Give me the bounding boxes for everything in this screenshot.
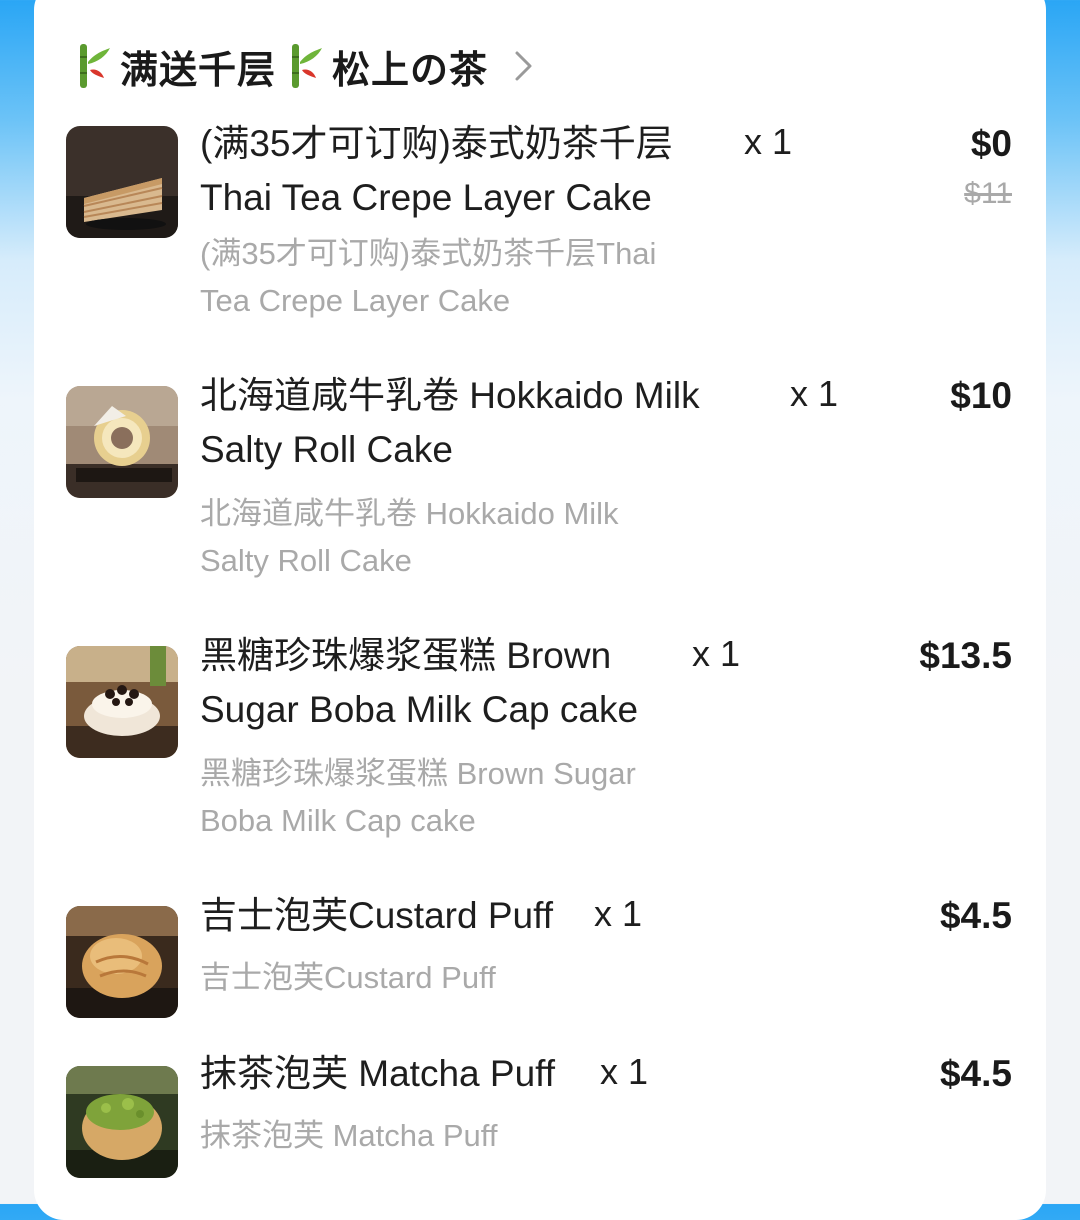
store-header[interactable]: 满送千层 松上の茶	[74, 38, 536, 94]
item-description-line1: 黑糖珍珠爆浆蛋糕 Brown Sugar	[200, 756, 636, 791]
item-name-line2: Thai Tea Crepe Layer Cake	[200, 177, 652, 218]
item-name-line1: 抹茶泡芙 Matcha Puff	[200, 1053, 556, 1094]
header-title-2: 松上の茶	[332, 49, 489, 92]
item-name-line1: (满35才可订购)泰式奶茶千层	[200, 123, 673, 164]
item-name-line2: Salty Roll Cake	[200, 429, 453, 470]
item-quantity: x 1	[600, 1051, 649, 1092]
product-image	[66, 646, 178, 758]
item-name-line1: 吉士泡芙Custard Puff	[200, 895, 553, 936]
product-image	[66, 1066, 178, 1178]
item-description-line1: 北海道咸牛乳卷 Hokkaido Milk	[200, 496, 619, 531]
product-image	[66, 126, 178, 238]
item-name-line1: 黑糖珍珠爆浆蛋糕 Brown	[200, 635, 612, 676]
item-description-line1: 吉士泡芙Custard Puff	[200, 960, 496, 995]
item-quantity: x 1	[744, 121, 793, 162]
product-image	[66, 906, 178, 1018]
item-description-line1: (满35才可订购)泰式奶茶千层Thai	[200, 236, 657, 271]
item-original-price: $11	[964, 177, 1012, 210]
product-image	[66, 386, 178, 498]
item-quantity: x 1	[790, 373, 839, 414]
bamboo-leaf-icon	[292, 44, 323, 88]
item-price: $4.5	[939, 1053, 1012, 1094]
order-card: 满送千层 松上の茶 (满35才可订购)泰式奶茶千层 x 1 Thai Tea C…	[34, 0, 1046, 1220]
item-description-line1: 抹茶泡芙 Matcha Puff	[200, 1118, 498, 1153]
item-quantity: x 1	[594, 893, 643, 934]
item-description-line2: Tea Crepe Layer Cake	[200, 283, 511, 318]
item-description-line2: Boba Milk Cap cake	[200, 803, 476, 838]
item-name-line1: 北海道咸牛乳卷 Hokkaido Milk	[200, 375, 700, 416]
item-price: $0	[970, 123, 1012, 164]
chevron-right-icon[interactable]	[512, 49, 536, 83]
item-description-line2: Salty Roll Cake	[200, 543, 412, 578]
item-price: $13.5	[919, 635, 1012, 676]
bamboo-leaf-icon	[80, 44, 110, 88]
item-price: $4.5	[939, 895, 1012, 936]
item-name-line2: Sugar Boba Milk Cap cake	[200, 689, 639, 730]
header-title-1: 满送千层	[120, 49, 277, 92]
item-price: $10	[950, 375, 1012, 416]
item-quantity: x 1	[692, 633, 741, 674]
